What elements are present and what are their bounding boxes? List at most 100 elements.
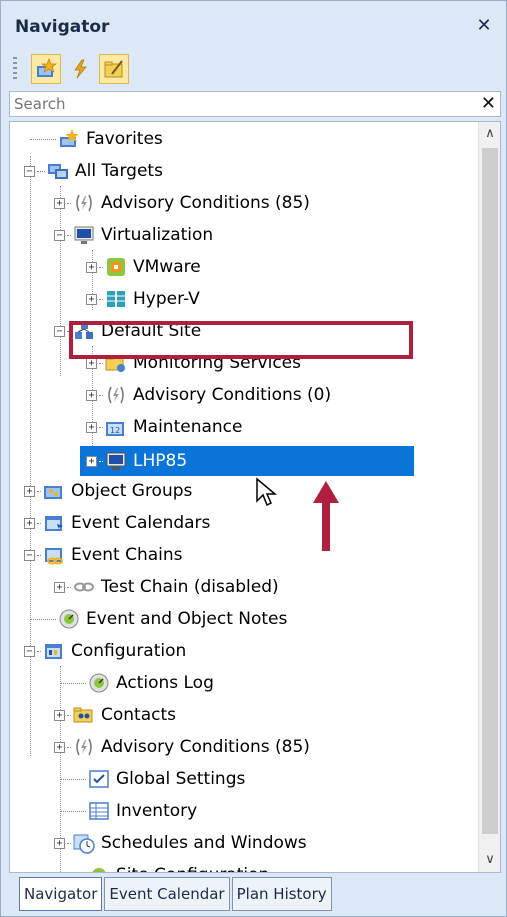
close-icon[interactable]: ✕ xyxy=(473,15,495,37)
expand-icon[interactable]: + xyxy=(86,421,97,433)
tree-item-hyper-v[interactable]: + Hyper-V xyxy=(86,284,200,314)
tree-item-actions-log[interactable]: Actions Log xyxy=(60,668,214,698)
tree-item-advisory-conditions[interactable]: + Advisory Conditions (85) xyxy=(54,188,310,218)
tree-item-advisory-conditions-site[interactable]: + Advisory Conditions (0) xyxy=(86,380,331,410)
tree-item-label: Actions Log xyxy=(116,673,214,693)
targets-icon xyxy=(47,160,69,182)
navigator-panel: Navigator ✕ ✕ Favorites − xyxy=(0,0,507,917)
tree-item-global-settings[interactable]: Global Settings xyxy=(60,764,245,794)
bottom-tab-bar: Navigator Event Calendar Plan History xyxy=(19,877,334,911)
expand-icon[interactable]: + xyxy=(24,517,35,529)
site-config-icon xyxy=(88,864,110,872)
expand-icon[interactable]: + xyxy=(86,455,97,467)
tree-item-label: Maintenance xyxy=(133,417,243,437)
expand-icon[interactable]: + xyxy=(54,837,65,849)
vmware-icon xyxy=(105,256,127,278)
favorites-icon xyxy=(37,58,57,77)
tree-item-label: Hyper-V xyxy=(133,289,200,309)
tree-item-configuration[interactable]: − Configuration xyxy=(24,636,186,666)
tree-item-advisory-conditions-config[interactable]: + Advisory Conditions (85) xyxy=(54,732,310,762)
scroll-down-icon[interactable]: ∨ xyxy=(479,848,500,872)
expand-icon[interactable]: + xyxy=(86,389,97,401)
tree-item-label: Global Settings xyxy=(116,769,246,789)
tree-item-virtualization[interactable]: − Virtualization xyxy=(54,220,213,250)
tree-item-test-chain[interactable]: + Test Chain (disabled) xyxy=(54,572,279,602)
tree-item-label: VMware xyxy=(133,257,201,277)
tree-item-event-calendars[interactable]: + Event Calendars xyxy=(24,508,210,538)
expand-icon[interactable]: + xyxy=(24,485,35,497)
expand-icon[interactable]: + xyxy=(86,357,97,369)
tree-item-label: Object Groups xyxy=(71,481,193,501)
tree-item-inventory[interactable]: Inventory xyxy=(60,796,197,826)
notes-icon xyxy=(58,608,80,630)
lightning-icon xyxy=(74,59,87,79)
tree-item-label: Advisory Conditions (0) xyxy=(133,385,332,405)
expand-icon[interactable]: + xyxy=(54,197,65,209)
tree-item-label: Inventory xyxy=(116,801,198,821)
schedule-icon xyxy=(73,832,95,854)
advisory-icon xyxy=(73,192,95,214)
tree-item-vmware[interactable]: + VMware xyxy=(86,252,201,282)
tree-item-label: Test Chain (disabled) xyxy=(101,577,279,597)
tab-plan-history[interactable]: Plan History xyxy=(231,877,332,911)
tree-item-maintenance[interactable]: + 12 Maintenance xyxy=(86,412,242,442)
folder-toolbar-button[interactable] xyxy=(99,54,129,84)
advisory-icon xyxy=(105,384,127,406)
panel-title-bar: Navigator ✕ xyxy=(7,9,501,45)
search-input[interactable] xyxy=(10,92,470,116)
scroll-thumb[interactable] xyxy=(482,148,498,834)
collapse-icon[interactable]: − xyxy=(24,165,35,177)
tree-item-label: Virtualization xyxy=(101,225,214,245)
inventory-icon xyxy=(88,800,110,822)
tab-event-calendar[interactable]: Event Calendar xyxy=(104,877,230,911)
tree-item-site-configuration[interactable]: Site Configuration xyxy=(60,860,269,872)
annotation-arrow-icon xyxy=(313,481,339,551)
contacts-icon xyxy=(73,704,95,726)
tree-item-event-chains[interactable]: − Event Chains xyxy=(24,540,183,570)
toolbar-grip[interactable] xyxy=(13,57,17,81)
expand-icon[interactable]: + xyxy=(54,709,65,721)
tree-item-label: Favorites xyxy=(86,129,163,149)
tree-item-all-targets[interactable]: − All Targets xyxy=(24,156,163,186)
tree-item-event-object-notes[interactable]: Event and Object Notes xyxy=(30,604,287,634)
collapse-icon[interactable]: − xyxy=(54,229,65,241)
tree-item-label: Event and Object Notes xyxy=(86,609,288,629)
chain-link-icon xyxy=(73,576,95,598)
expand-icon[interactable]: + xyxy=(54,581,65,593)
tree-item-favorites[interactable]: Favorites xyxy=(30,124,163,154)
tree-item-lhp85[interactable]: + LHP85 xyxy=(80,446,414,476)
tree-item-label: Advisory Conditions (85) xyxy=(101,737,310,757)
highlight-annotation-box xyxy=(69,321,413,359)
expand-icon[interactable]: + xyxy=(54,741,65,753)
favorites-toolbar-button[interactable] xyxy=(31,54,61,84)
advisory-icon xyxy=(73,736,95,758)
event-chain-icon xyxy=(43,544,65,566)
tree-item-label: Schedules and Windows xyxy=(101,833,307,853)
tree-item-label: Configuration xyxy=(71,641,187,661)
search-box: ✕ xyxy=(9,91,501,117)
folder-edit-icon xyxy=(104,60,123,78)
monitor-icon xyxy=(73,224,95,246)
panel-title: Navigator xyxy=(15,17,110,37)
tree-item-label: Site Configuration xyxy=(116,865,269,872)
vertical-scrollbar[interactable]: ∧ ∨ xyxy=(478,122,500,872)
tree-item-object-groups[interactable]: + Object Groups xyxy=(24,476,192,506)
collapse-icon[interactable]: − xyxy=(54,325,65,337)
lightning-toolbar-button[interactable] xyxy=(65,54,95,84)
object-groups-icon xyxy=(43,480,65,502)
hyper-v-icon xyxy=(105,288,127,310)
tree-item-contacts[interactable]: + Contacts xyxy=(54,700,176,730)
expand-icon[interactable]: + xyxy=(86,261,97,273)
scroll-up-icon[interactable]: ∧ xyxy=(479,122,500,146)
tree-item-label: Advisory Conditions (85) xyxy=(101,193,310,213)
actions-log-icon xyxy=(88,672,110,694)
tree-item-label: All Targets xyxy=(75,161,163,181)
tree-item-schedules-windows[interactable]: + Schedules and Windows xyxy=(54,828,307,858)
tab-navigator[interactable]: Navigator xyxy=(19,877,103,911)
expand-icon[interactable]: + xyxy=(86,293,97,305)
collapse-icon[interactable]: − xyxy=(24,549,35,561)
tree-item-label: LHP85 xyxy=(133,451,188,471)
maintenance-icon: 12 xyxy=(105,416,127,438)
clear-search-icon[interactable]: ✕ xyxy=(481,92,496,116)
collapse-icon[interactable]: − xyxy=(24,645,35,657)
